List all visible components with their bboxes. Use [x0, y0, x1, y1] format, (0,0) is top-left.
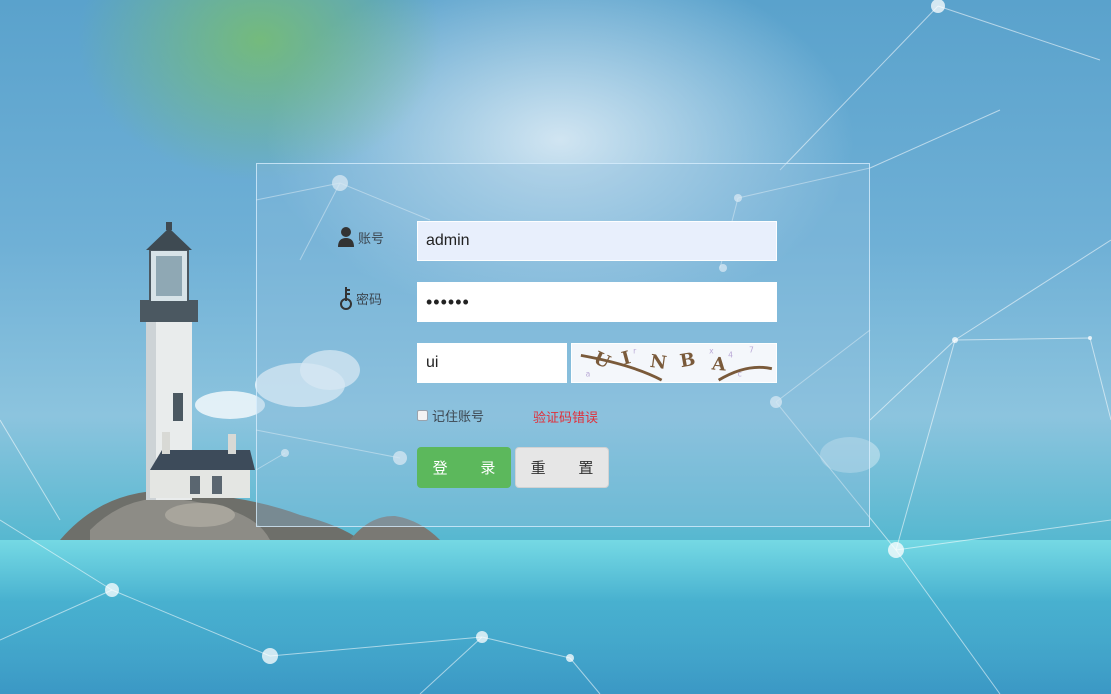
- password-label-row: 密码: [339, 286, 382, 310]
- remember-account[interactable]: 记住账号: [417, 406, 484, 425]
- svg-text:7: 7: [749, 346, 754, 355]
- account-label-row: 账号: [337, 226, 384, 248]
- svg-text:c: c: [738, 369, 742, 378]
- user-icon: [338, 227, 354, 247]
- account-label: 账号: [358, 231, 385, 247]
- remember-checkbox[interactable]: [417, 410, 428, 421]
- captcha-char: N: [648, 350, 668, 375]
- captcha-char: A: [711, 353, 727, 376]
- svg-text:r: r: [633, 347, 637, 356]
- svg-text:a: a: [586, 369, 591, 378]
- svg-text:4: 4: [728, 350, 733, 359]
- login-button[interactable]: 登 录: [417, 447, 511, 488]
- login-panel: 账号 密码 x4 7a rc U I N B A 记住账号: [256, 163, 870, 527]
- reset-button[interactable]: 重 置: [515, 447, 609, 488]
- captcha-error-message: 验证码错误: [533, 411, 599, 426]
- remember-label: 记住账号: [432, 410, 485, 425]
- captcha-image[interactable]: x4 7a rc U I N B A: [571, 343, 777, 383]
- account-input[interactable]: [417, 221, 777, 261]
- key-icon: [340, 287, 352, 310]
- captcha-input[interactable]: [417, 343, 567, 383]
- password-input[interactable]: [417, 282, 777, 322]
- password-label: 密码: [356, 292, 383, 308]
